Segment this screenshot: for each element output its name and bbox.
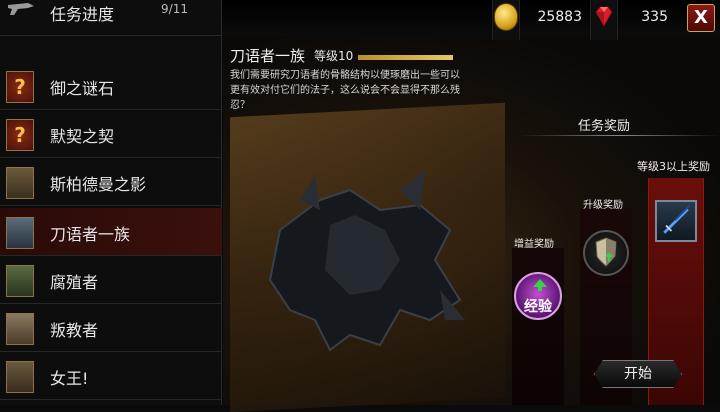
upgrade-reward-label: 升级奖励 [583,200,623,211]
sidebar-item-apostate[interactable]: 叛教者 [0,304,222,352]
sidebar-item-label: 女王! [50,369,89,388]
start-button[interactable]: 开始 [594,360,682,388]
sidebar-item-label: 斯柏德曼之影 [50,175,147,194]
sidebar-item-queen[interactable]: 女王! [0,352,222,400]
rewards-divider [520,135,720,136]
gold-amount: 25883 [537,9,582,25]
sidebar-item-yu-zhi-mi-shi[interactable]: ? 御之谜石 [0,62,222,110]
question-mark-icon: ? [6,119,34,151]
xp-label: 经验 [524,299,552,315]
sidebar-item-label: 任务进度 [50,5,115,24]
level-bar [358,55,453,60]
sidebar-item-label: 叛教者 [50,321,99,340]
quest-sidebar: 任务进度 9/11 ? 御之谜石 ? 默契之契 斯柏德曼之影 刀语者一族 腐殖者… [0,0,222,405]
quest-description: 我们需要研究刀语者的骨骼结构以便琢磨出一些可以更有效对付它们的法子，这么说会不会… [230,70,460,111]
portrait-icon [6,313,34,345]
sidebar-item-humus-eater[interactable]: 腐殖者 [0,256,222,304]
rewards-header: 任务奖励 [578,119,631,134]
sword-reward-icon[interactable] [655,200,697,242]
blade-creature-illustration [268,170,465,352]
xp-reward-icon[interactable]: 经验 [514,272,562,320]
bonus-reward-label: 增益奖励 [514,239,554,250]
sidebar-item-label: 御之谜石 [50,79,115,98]
sidebar-item-quest-progress[interactable]: 任务进度 9/11 [0,0,222,36]
shield-upgrade-icon[interactable] [583,230,629,276]
level3-reward-label: 等级3以上奖励 [637,160,710,173]
portrait-icon [6,361,34,393]
quest-progress-count: 9/11 [161,2,188,16]
ruby-gem-icon [595,6,613,28]
gold-coin-icon [494,3,518,31]
question-mark-icon: ? [6,71,34,103]
quest-title: 刀语者一族 [230,47,306,65]
portrait-icon [6,167,34,199]
sidebar-item-label: 腐殖者 [50,273,99,292]
portrait-icon [6,217,34,249]
sidebar-item-speedman-shadow[interactable]: 斯柏德曼之影 [0,158,222,206]
gem-amount: 335 [641,9,668,25]
sidebar-item-label: 默契之契 [50,127,115,146]
sidebar-item-blade-speakers[interactable]: 刀语者一族 [0,208,222,256]
portrait-icon [6,265,34,297]
close-button[interactable]: X [687,4,715,32]
quest-level: 等级10 [314,49,354,63]
sidebar-item-label: 刀语者一族 [50,225,131,244]
sidebar-item-mo-qi-zhi-qi[interactable]: ? 默契之契 [0,110,222,158]
gun-icon [6,0,34,29]
